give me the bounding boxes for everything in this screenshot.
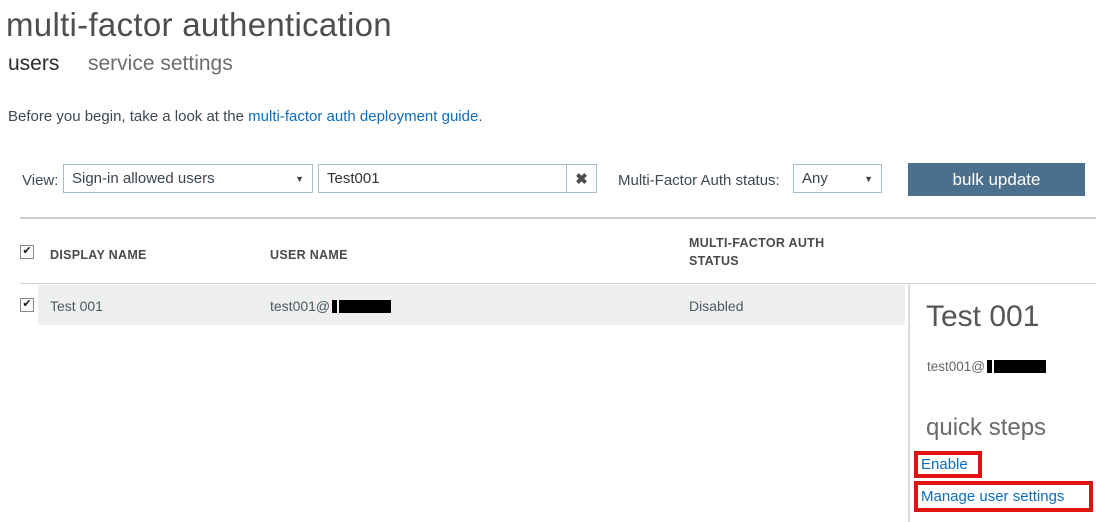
cell-display-name: Test 001 bbox=[50, 298, 103, 314]
view-select-value: Sign-in allowed users bbox=[72, 170, 289, 187]
select-all-checkbox[interactable] bbox=[20, 245, 34, 259]
redaction-bar bbox=[994, 360, 1046, 373]
mfa-status-select-value: Any bbox=[802, 170, 858, 187]
view-label: View: bbox=[22, 172, 58, 189]
tab-users[interactable]: users bbox=[8, 52, 59, 76]
redaction-bar bbox=[987, 360, 992, 373]
table-top-divider bbox=[20, 217, 1096, 219]
deployment-guide-link[interactable]: multi-factor auth deployment guide bbox=[248, 108, 478, 125]
column-header-mfa-status: MULTI-FACTOR AUTH STATUS bbox=[689, 234, 854, 270]
manage-settings-highlight-box: Manage user settings bbox=[914, 481, 1093, 512]
table-header-divider bbox=[20, 283, 1096, 284]
enable-highlight-box: Enable bbox=[914, 451, 982, 478]
bulk-update-button[interactable]: bulk update bbox=[908, 163, 1085, 196]
panel-divider bbox=[908, 284, 910, 522]
search-box: ✖ bbox=[318, 164, 597, 193]
quick-steps-heading: quick steps bbox=[926, 414, 1046, 442]
manage-user-settings-link[interactable]: Manage user settings bbox=[918, 488, 1064, 505]
user-name-text: test001@ bbox=[927, 359, 985, 374]
intro-suffix: . bbox=[478, 108, 482, 125]
cell-user-name: test001@ bbox=[270, 298, 391, 314]
select-row-checkbox[interactable] bbox=[20, 298, 34, 312]
mfa-admin-page: multi-factor authentication users servic… bbox=[0, 0, 1096, 522]
enable-link[interactable]: Enable bbox=[918, 456, 968, 473]
view-select[interactable]: Sign-in allowed users ▼ bbox=[63, 164, 313, 193]
intro-prefix: Before you begin, take a look at the bbox=[8, 108, 248, 125]
user-name-text: test001@ bbox=[270, 298, 330, 314]
panel-user-title: Test 001 bbox=[926, 300, 1039, 334]
intro-text: Before you begin, take a look at the mul… bbox=[8, 108, 482, 125]
redaction-bar bbox=[332, 300, 337, 313]
search-input[interactable] bbox=[319, 165, 566, 192]
cell-mfa-status: Disabled bbox=[689, 298, 743, 314]
redaction-bar bbox=[339, 300, 391, 313]
mfa-status-label: Multi-Factor Auth status: bbox=[618, 172, 780, 189]
page-title: multi-factor authentication bbox=[6, 6, 392, 44]
mfa-status-select[interactable]: Any ▼ bbox=[793, 164, 882, 193]
clear-search-icon[interactable]: ✖ bbox=[566, 165, 596, 192]
column-header-display-name: DISPLAY NAME bbox=[50, 246, 147, 264]
chevron-down-icon: ▼ bbox=[295, 174, 304, 184]
chevron-down-icon: ▼ bbox=[864, 174, 873, 184]
tab-service-settings[interactable]: service settings bbox=[88, 52, 233, 76]
column-header-user-name: USER NAME bbox=[270, 246, 348, 264]
table-row[interactable] bbox=[38, 285, 905, 325]
panel-user-name: test001@ bbox=[927, 359, 1046, 374]
